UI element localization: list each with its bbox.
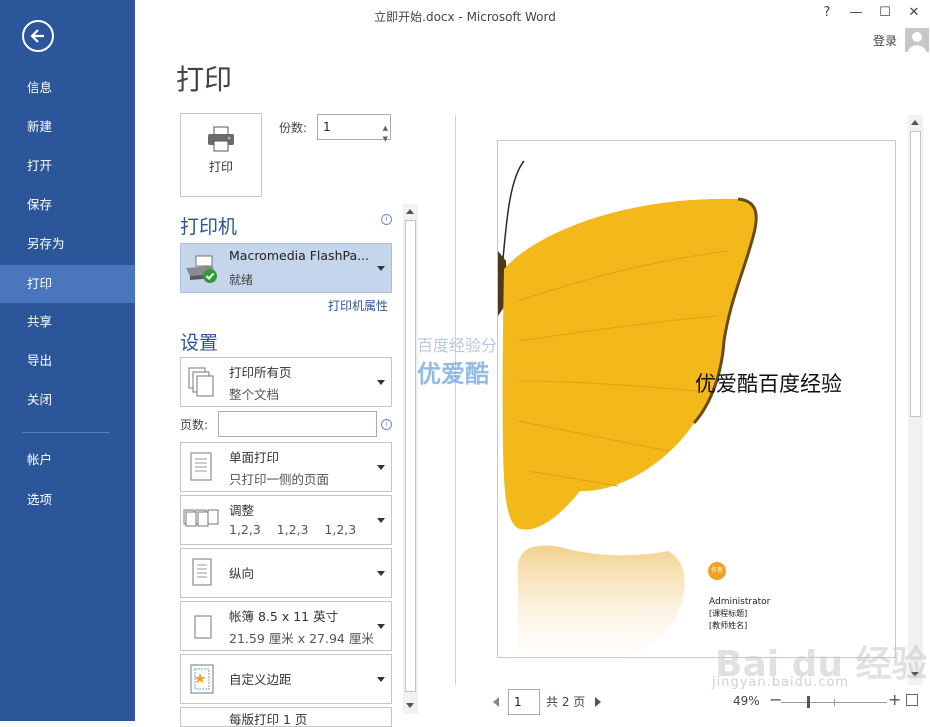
sidebar-divider [22,432,109,433]
preview-divider [455,115,456,685]
orientation-dropdown[interactable]: 纵向 [180,548,392,598]
settings-scrollbar[interactable] [403,204,418,714]
current-page-value: 1 [514,695,522,709]
chevron-down-icon [377,380,385,385]
zoom-slider-thumb[interactable] [807,696,810,708]
print-range-dropdown[interactable]: 打印所有页 整个文档 [180,357,392,407]
pages-label: 页数: [180,418,209,432]
pages-input[interactable] [218,411,377,437]
window-title: 立即开始.docx - Microsoft Word [374,10,556,24]
pages-info-icon[interactable]: i [381,419,392,430]
author-badge: 作者 [708,562,726,580]
zoom-out-icon[interactable]: − [769,690,782,709]
sidebar-item-save-as[interactable]: 另存为 [0,225,135,263]
sidebar-item-save[interactable]: 保存 [0,186,135,224]
sidebar-item-info[interactable]: 信息 [0,69,135,107]
next-page-icon[interactable] [595,697,601,707]
zoom-in-icon[interactable]: + [888,690,901,709]
zoom-level[interactable]: 49% [733,694,760,708]
printer-status: 就绪 [229,273,254,287]
sidebar-item-export[interactable]: 导出 [0,342,135,380]
paper-size-dropdown[interactable]: 帐簿 8.5 x 11 英寸 21.59 厘米 x 27.94 厘米 [180,601,392,651]
print-range-detail: 整个文档 [229,387,280,402]
printer-device-icon [186,255,217,283]
chevron-down-icon [377,624,385,629]
printer-properties-link[interactable]: 打印机属性 [328,297,388,314]
zoom-slider-center-tick [834,699,835,706]
watermark-text-brand: 优爱酷 [417,360,489,388]
collated-icon [183,509,219,527]
help-button[interactable]: ? [816,5,838,20]
chevron-down-icon [377,518,385,523]
orientation-label: 纵向 [229,566,255,581]
collation-label: 调整 [229,503,255,518]
teacher-name: [教师姓名] [709,621,748,630]
zoom-to-page-icon[interactable] [906,694,918,706]
printer-section-title: 打印机 [180,216,238,238]
printer-dropdown[interactable]: Macromedia FlashPa... 就绪 [180,243,392,293]
chevron-down-icon [377,465,385,470]
sides-dropdown[interactable]: 单面打印 只打印一侧的页面 [180,442,392,492]
one-sided-icon [190,452,212,481]
chevron-down-icon [377,571,385,576]
baidu-watermark-url: jingyan.baidu.com [712,675,849,690]
settings-scroll-thumb[interactable] [405,220,416,692]
maximize-button[interactable]: ☐ [874,5,896,20]
margins-dropdown[interactable]: 自定义边距 [180,654,392,704]
sides-detail: 只打印一侧的页面 [229,472,330,487]
pages-per-sheet-dropdown[interactable]: 每版打印 1 页 [180,707,392,727]
collation-dropdown[interactable]: 调整 1,2,3 1,2,3 1,2,3 [180,495,392,545]
margins-label: 自定义边距 [229,672,292,687]
copies-input[interactable]: 1 ▲ ▼ [317,114,391,143]
sidebar-item-share[interactable]: 共享 [0,303,135,341]
collation-detail: 1,2,3 1,2,3 1,2,3 [229,522,357,537]
portrait-icon [192,558,212,586]
sidebar-item-new[interactable]: 新建 [0,108,135,146]
printer-info-icon[interactable]: i [381,214,392,225]
chevron-down-icon [377,677,385,682]
scroll-up-icon[interactable] [911,120,919,125]
copies-value: 1 [323,120,331,134]
sides-label: 单面打印 [229,450,280,465]
settings-section-title: 设置 [180,332,219,354]
close-button[interactable]: ✕ [903,5,925,20]
watermark-text-top: 百度经验分 [417,336,498,355]
scroll-up-icon[interactable] [406,209,414,214]
margins-icon [190,664,214,694]
user-avatar-icon[interactable] [905,28,929,52]
login-link[interactable]: 登录 [873,32,897,49]
copies-decrement-icon[interactable]: ▼ [383,127,388,151]
current-page-input[interactable]: 1 [508,689,540,715]
minimize-button[interactable]: — [845,5,867,20]
page-total: 共 2 页 [546,695,586,709]
preview-scroll-thumb[interactable] [910,131,921,417]
sidebar-item-close[interactable]: 关闭 [0,381,135,419]
chevron-down-icon [377,266,385,271]
print-button-label: 打印 [208,160,233,174]
sidebar-item-options[interactable]: 选项 [0,481,135,519]
sidebar-item-print[interactable]: 打印 [0,265,135,303]
pages-per-sheet-label: 每版打印 1 页 [229,712,308,727]
paper-size-label: 帐簿 8.5 x 11 英寸 [229,609,339,624]
printer-name: Macromedia FlashPa... [229,248,370,263]
print-all-pages-icon [188,367,214,397]
preview-scrollbar[interactable] [908,115,923,685]
previous-page-icon[interactable] [493,697,499,707]
butterfly-image [498,160,758,657]
course-title: [课程标题] [709,609,748,618]
document-title: 优爱酷百度经验 [695,372,842,396]
sidebar-item-account[interactable]: 帐户 [0,441,135,479]
sidebar-item-open[interactable]: 打开 [0,147,135,185]
print-button[interactable]: 打印 [180,113,262,197]
page-preview: 优爱酷百度经验 作者 Administrator [课程标题] [教师姓名] [497,140,896,658]
print-range-label: 打印所有页 [229,365,292,380]
paper-size-detail: 21.59 厘米 x 27.94 厘米 [229,631,374,646]
printer-icon [208,126,234,152]
paper-size-icon [194,615,212,639]
author-name: Administrator [709,597,771,607]
copies-label: 份数: [279,121,308,135]
scroll-down-icon[interactable] [406,703,414,708]
page-title: 打印 [176,63,233,96]
backstage-sidebar: 信息 新建 打开 保存 另存为 打印 共享 导出 关闭 帐户 选项 [0,0,135,721]
